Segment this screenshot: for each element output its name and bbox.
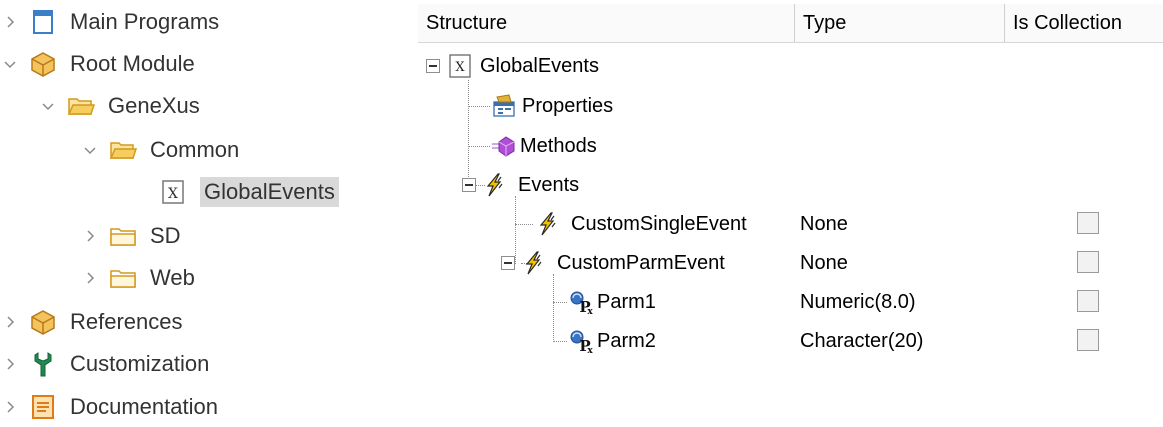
chevron-right-icon[interactable] bbox=[0, 2, 20, 42]
chevron-down-icon[interactable] bbox=[38, 86, 58, 126]
nav-item-main-programs[interactable]: Main Programs bbox=[0, 2, 219, 42]
nav-item-label: Customization bbox=[70, 351, 210, 376]
folder-icon bbox=[108, 221, 138, 251]
nav-item-globalevents[interactable]: X GlobalEvents bbox=[130, 172, 339, 212]
tree-node-label: Parm2 bbox=[597, 329, 656, 352]
tree-node-label: Methods bbox=[520, 134, 597, 157]
tree-connector bbox=[468, 146, 490, 147]
tree-connector bbox=[553, 274, 554, 342]
tree-node-label: Parm1 bbox=[597, 290, 656, 313]
is-collection-checkbox[interactable] bbox=[1077, 212, 1099, 234]
lightning-icon bbox=[480, 171, 508, 199]
tree-node-events[interactable]: Events bbox=[462, 166, 579, 204]
chevron-right-icon[interactable] bbox=[80, 216, 100, 256]
nav-item-label: Root Module bbox=[70, 51, 195, 76]
chevron-down-icon[interactable] bbox=[0, 44, 20, 84]
tree-node-label: Events bbox=[518, 173, 580, 196]
nav-item-references[interactable]: References bbox=[0, 302, 183, 342]
main-programs-icon bbox=[28, 7, 58, 37]
type-cell[interactable]: Character(20) bbox=[800, 322, 923, 360]
nav-item-label: Common bbox=[150, 137, 240, 162]
nav-item-documentation[interactable]: Documentation bbox=[0, 387, 218, 427]
tree-node-globalevents[interactable]: X GlobalEvents bbox=[426, 47, 599, 85]
chevron-right-icon[interactable] bbox=[80, 258, 100, 298]
nav-item-label: GlobalEvents bbox=[200, 177, 339, 207]
tree-node-customsingleevent[interactable]: CustomSingleEvent bbox=[533, 205, 747, 243]
nav-item-customization[interactable]: Customization bbox=[0, 344, 209, 384]
chevron-down-icon[interactable] bbox=[80, 130, 100, 170]
nav-item-sd[interactable]: SD bbox=[80, 216, 181, 256]
is-collection-checkbox[interactable] bbox=[1077, 290, 1099, 312]
chevron-right-icon[interactable] bbox=[0, 387, 20, 427]
tree-node-customparmevent[interactable]: CustomParmEvent bbox=[501, 244, 725, 282]
tree-node-methods[interactable]: Methods bbox=[490, 127, 597, 165]
nav-item-label: Documentation bbox=[70, 394, 218, 419]
parameter-icon: Px bbox=[567, 288, 595, 316]
tree-node-label: CustomSingleEvent bbox=[571, 212, 747, 235]
chevron-right-icon[interactable] bbox=[0, 344, 20, 384]
column-header-is-collection[interactable]: Is Collection bbox=[1005, 4, 1163, 42]
is-collection-checkbox[interactable] bbox=[1077, 329, 1099, 351]
type-cell[interactable]: None bbox=[800, 205, 848, 243]
tree-node-label: GlobalEvents bbox=[480, 54, 599, 77]
lightning-icon bbox=[533, 210, 561, 238]
column-header-structure[interactable]: Structure bbox=[418, 4, 795, 42]
tree-connector bbox=[515, 224, 533, 225]
svg-text:x: x bbox=[587, 307, 593, 315]
nav-item-label: References bbox=[70, 309, 183, 334]
nav-item-web[interactable]: Web bbox=[80, 258, 195, 298]
tree-node-label: CustomParmEvent bbox=[557, 251, 725, 274]
tree-connector bbox=[468, 106, 490, 107]
tree-node-parm1[interactable]: Px Parm1 bbox=[567, 283, 656, 321]
type-cell[interactable]: None bbox=[800, 244, 848, 282]
is-collection-checkbox[interactable] bbox=[1077, 251, 1099, 273]
svg-text:X: X bbox=[168, 186, 178, 202]
grid-header: Structure Type Is Collection bbox=[418, 4, 1163, 43]
tree-connector bbox=[553, 341, 567, 342]
tree-connector bbox=[553, 302, 567, 303]
collapse-toggle[interactable] bbox=[501, 256, 515, 270]
methods-icon bbox=[490, 132, 518, 160]
nav-item-label: Web bbox=[150, 265, 195, 290]
parameter-icon: Px bbox=[567, 327, 595, 355]
module-icon bbox=[28, 49, 58, 79]
nav-item-genexus[interactable]: GeneXus bbox=[38, 86, 200, 126]
nav-item-common[interactable]: Common bbox=[80, 130, 239, 170]
structure-grid: Structure Type Is Collection X GlobalEve… bbox=[418, 0, 1163, 423]
tree-node-label: Properties bbox=[522, 94, 614, 117]
properties-icon bbox=[490, 92, 518, 120]
folder-open-icon bbox=[108, 135, 138, 165]
collapse-toggle[interactable] bbox=[426, 59, 440, 73]
wrench-icon bbox=[28, 349, 58, 379]
svg-text:X: X bbox=[455, 60, 465, 75]
nav-item-label: SD bbox=[150, 223, 181, 248]
tree-node-properties[interactable]: Properties bbox=[490, 87, 613, 125]
x-object-icon: X bbox=[446, 52, 474, 80]
chevron-right-icon[interactable] bbox=[0, 302, 20, 342]
type-cell[interactable]: Numeric(8.0) bbox=[800, 283, 916, 321]
external-object-icon: X bbox=[158, 177, 188, 207]
nav-item-label: Main Programs bbox=[70, 9, 220, 34]
nav-item-label: GeneXus bbox=[108, 93, 200, 118]
tree-node-parm2[interactable]: Px Parm2 bbox=[567, 322, 656, 360]
collapse-toggle[interactable] bbox=[462, 178, 476, 192]
folder-icon bbox=[108, 263, 138, 293]
folder-open-icon bbox=[66, 91, 96, 121]
module-icon bbox=[28, 307, 58, 337]
nav-item-root-module[interactable]: Root Module bbox=[0, 44, 195, 84]
knowledge-base-navigator: Main Programs Root Module GeneXus Common… bbox=[0, 0, 400, 423]
svg-text:x: x bbox=[587, 346, 593, 354]
lightning-icon bbox=[519, 249, 547, 277]
column-header-type[interactable]: Type bbox=[795, 4, 1005, 42]
documentation-icon bbox=[28, 392, 58, 422]
